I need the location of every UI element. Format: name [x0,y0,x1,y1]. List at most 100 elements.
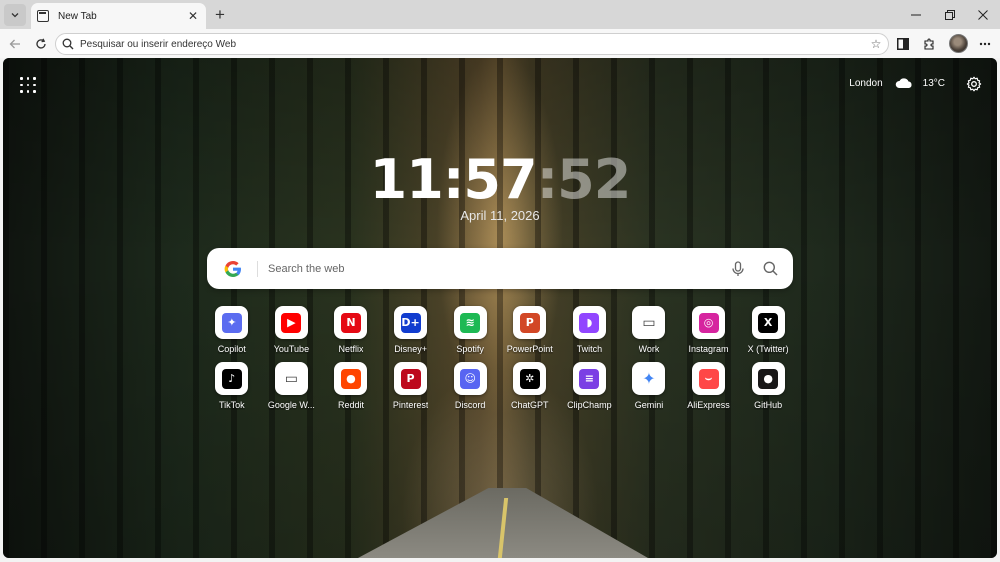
shortcut-label: AliExpress [687,400,730,410]
refresh-button[interactable] [31,34,51,54]
shortcut-tile[interactable]: ✦ [215,306,249,339]
shortcut-tile[interactable]: ☺ [453,362,487,395]
shortcut-pinterest[interactable]: P Pinterest [381,362,441,410]
tab-strip: New Tab ✕ + [0,0,1000,29]
google-logo-icon [224,260,241,277]
shortcut-label: Discord [454,400,486,410]
shortcut-tile[interactable]: ✦ [632,362,666,395]
web-search-box[interactable]: Search the web [207,248,793,289]
shortcut-tile[interactable]: ▭ [274,362,308,395]
shortcut-folder[interactable]: ▭ Google W... [262,362,322,410]
shortcut-github[interactable]: ● GitHub [738,362,798,410]
tab-new-tab[interactable]: New Tab ✕ [31,3,206,29]
search-icon [62,38,74,50]
close-tab-icon[interactable]: ✕ [184,7,202,25]
youtube-icon: ▶ [281,312,302,333]
shortcut-tile[interactable]: ▭ [632,306,666,339]
settings-more-button[interactable] [975,34,995,54]
shortcut-tile[interactable]: ✲ [513,362,547,395]
search-submit-icon[interactable] [761,260,779,278]
clipchamp-icon: ≡ [579,368,600,389]
microphone-icon[interactable] [729,260,747,278]
address-input[interactable]: Pesquisar ou inserir endereço Web [80,39,867,50]
copilot-icon: ✦ [221,312,242,333]
shortcut-tile[interactable]: ♪ [215,362,249,395]
shortcut-label: GitHub [754,400,783,410]
address-bar[interactable]: Pesquisar ou inserir endereço Web ☆ [55,33,889,55]
restore-button[interactable] [933,4,967,26]
shortcut-tile[interactable]: ▶ [274,306,308,339]
clock: 11:57:52 [3,148,997,211]
new-tab-button[interactable]: + [210,5,230,25]
shortcut-tile[interactable]: N [334,306,368,339]
minimize-button[interactable] [899,4,933,26]
reddit-icon: ● [340,368,361,389]
shortcut-x-twitter[interactable]: X X (Twitter) [738,306,798,354]
shortcut-label: ChatGPT [511,400,549,410]
sidebar-toggle-button[interactable] [893,34,913,54]
extensions-button[interactable] [919,34,939,54]
refresh-icon [36,38,46,49]
shortcut-tile[interactable]: ◎ [692,306,726,339]
shortcut-label: Gemini [634,400,664,410]
shortcut-youtube[interactable]: ▶ YouTube [262,306,322,354]
netflix-icon: N [340,312,361,333]
clock-seconds: :52 [536,148,632,211]
shortcut-label: ClipChamp [567,400,612,410]
shortcut-tile[interactable]: D+ [394,306,428,339]
shortcut-folder[interactable]: ▭ Work [619,306,679,354]
shortcuts-grid: ✦ Copilot ▶ YouTube N Netflix D+ Disney+ ≋ Spotif… [202,306,802,410]
apps-grid-icon[interactable] [20,77,36,93]
puzzle-icon [924,38,934,50]
shortcut-copilot[interactable]: ✦ Copilot [202,306,262,354]
instagram-icon: ◎ [698,312,719,333]
powerpoint-icon: P [519,312,540,333]
restore-icon [945,10,955,20]
shortcut-tile[interactable]: ● [334,362,368,395]
folder-icon: ▭ [642,314,656,331]
shortcut-clipchamp[interactable]: ≡ ClipChamp [560,362,620,410]
shortcut-label: Netflix [338,344,364,354]
shortcut-instagram[interactable]: ◎ Instagram [679,306,739,354]
shortcut-label: Copilot [217,344,246,354]
shortcut-label: YouTube [273,344,310,354]
shortcut-tile[interactable]: ● [751,362,785,395]
search-input[interactable]: Search the web [268,263,729,275]
shortcut-aliexpress[interactable]: ⌣ AliExpress [679,362,739,410]
shortcut-tile[interactable]: P [394,362,428,395]
disney-plus-icon: D+ [400,312,421,333]
shortcut-gemini[interactable]: ✦ Gemini [619,362,679,410]
close-window-button[interactable] [966,4,1000,26]
shortcut-tiktok[interactable]: ♪ TikTok [202,362,262,410]
shortcut-spotify[interactable]: ≋ Spotify [440,306,500,354]
shortcut-label: Spotify [456,344,484,354]
shortcut-tile[interactable]: ◗ [572,306,606,339]
shortcut-tile[interactable]: ⌣ [692,362,726,395]
github-icon: ● [758,368,779,389]
chevron-down-icon [11,13,19,18]
close-icon [978,10,988,20]
shortcut-label: X (Twitter) [747,344,789,354]
back-button[interactable] [5,34,25,54]
shortcut-tile[interactable]: P [513,306,547,339]
shortcut-tile[interactable]: X [751,306,785,339]
shortcut-chatgpt[interactable]: ✲ ChatGPT [500,362,560,410]
shortcut-disney-plus[interactable]: D+ Disney+ [381,306,441,354]
pinterest-icon: P [400,368,421,389]
shortcut-tile[interactable]: ≋ [453,306,487,339]
shortcut-reddit[interactable]: ● Reddit [321,362,381,410]
shortcut-tile[interactable]: ≡ [572,362,606,395]
shortcut-powerpoint[interactable]: P PowerPoint [500,306,560,354]
weather-widget[interactable]: London 13°C [849,77,945,89]
favorite-star-icon[interactable]: ☆ [867,35,885,53]
weather-temperature: 13°C [922,77,945,89]
shortcut-label: Pinterest [392,400,429,410]
shortcut-discord[interactable]: ☺ Discord [440,362,500,410]
profile-avatar[interactable] [949,34,968,53]
shortcut-netflix[interactable]: N Netflix [321,306,381,354]
gear-icon[interactable] [966,76,982,92]
tab-actions-menu-button[interactable] [4,4,26,26]
shortcut-twitch[interactable]: ◗ Twitch [560,306,620,354]
shortcut-label: Work [638,344,660,354]
date-label: April 11, 2026 [460,208,540,223]
